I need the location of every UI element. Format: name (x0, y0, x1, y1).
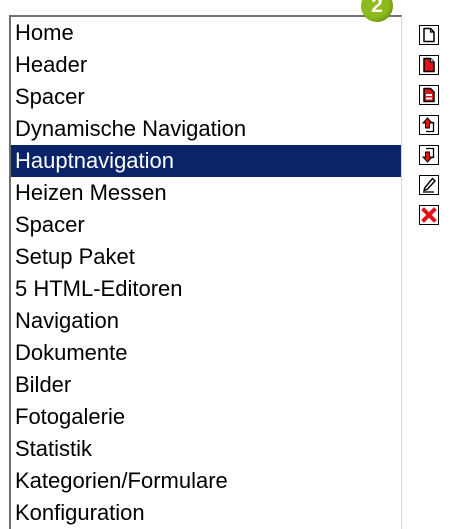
new-subpage-button[interactable] (419, 55, 439, 75)
list-item-home[interactable]: Home (11, 17, 401, 49)
page-list: Home Header Spacer Dynamische Navigation… (11, 17, 401, 529)
list-item-statistik[interactable]: Statistik (11, 433, 401, 465)
list-item-spacer-2[interactable]: Spacer (11, 209, 401, 241)
list-item-konfiguration[interactable]: Konfiguration (11, 497, 401, 529)
new-page-button[interactable] (419, 25, 439, 45)
list-item-hauptnavigation[interactable]: Hauptnavigation (11, 145, 401, 177)
list-item-dokumente[interactable]: Dokumente (11, 337, 401, 369)
list-item-kategorien-formulare[interactable]: Kategorien/Formulare (11, 465, 401, 497)
list-item-setup-paket[interactable]: Setup Paket (11, 241, 401, 273)
list-item-header[interactable]: Header (11, 49, 401, 81)
new-page-red-icon (419, 55, 439, 75)
list-item-spacer[interactable]: Spacer (11, 81, 401, 113)
list-item-navigation[interactable]: Navigation (11, 305, 401, 337)
list-item-heizen-messen[interactable]: Heizen Messen (11, 177, 401, 209)
step-number: 2 (361, 0, 393, 22)
move-up-button[interactable] (419, 115, 439, 135)
edit-page-red-icon (419, 85, 439, 105)
rename-pencil-icon (419, 175, 439, 195)
delete-button[interactable] (419, 205, 439, 225)
list-item-bilder[interactable]: Bilder (11, 369, 401, 401)
edit-page-button[interactable] (419, 85, 439, 105)
move-up-icon (419, 115, 439, 135)
delete-icon (419, 205, 439, 225)
step-badge: 2 (361, 0, 393, 22)
list-item-fotogalerie[interactable]: Fotogalerie (11, 401, 401, 433)
new-page-icon (419, 25, 439, 45)
move-down-button[interactable] (419, 145, 439, 165)
list-item-html-editoren[interactable]: 5 HTML-Editoren (11, 273, 401, 305)
page-listbox[interactable]: Home Header Spacer Dynamische Navigation… (9, 15, 402, 529)
rename-button[interactable] (419, 175, 439, 195)
list-item-dynamische-navigation[interactable]: Dynamische Navigation (11, 113, 401, 145)
page-list-panel: Home Header Spacer Dynamische Navigation… (0, 0, 450, 529)
page-toolbar (419, 25, 443, 235)
move-down-icon (419, 145, 439, 165)
